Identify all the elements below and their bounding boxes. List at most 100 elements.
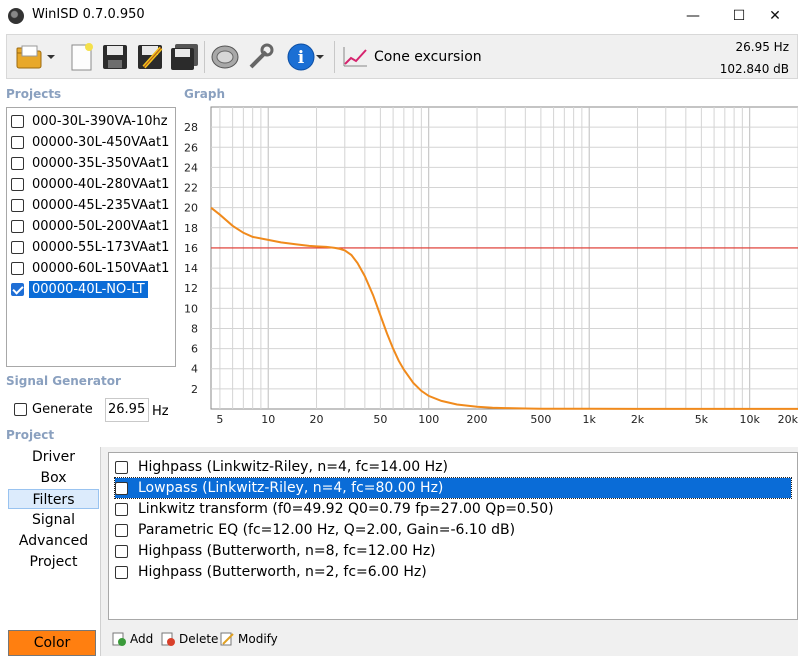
project-item[interactable]: 00000-40L-NO-LT <box>11 279 175 300</box>
info-button[interactable]: i <box>283 41 327 73</box>
filters-list[interactable]: Highpass (Linkwitz-Riley, n=4, fc=14.00 … <box>108 452 798 620</box>
filter-label: Parametric EQ (fc=12.00 Hz, Q=2.00, Gain… <box>138 522 516 538</box>
project-checkbox[interactable] <box>11 157 24 170</box>
project-item[interactable]: 00000-50L-200VAat1 <box>11 216 175 237</box>
chevron-down-icon[interactable] <box>316 55 324 59</box>
filter-item[interactable]: Highpass (Butterworth, n=2, fc=6.00 Hz) <box>115 562 791 582</box>
tools-button[interactable] <box>245 41 275 73</box>
filter-checkbox[interactable] <box>115 502 128 516</box>
minimize-icon: — <box>686 7 700 24</box>
level-readout: 102.840 dB <box>719 62 789 76</box>
x-tick-label: 5 <box>216 413 223 426</box>
add-filter-button[interactable]: Add <box>112 632 153 646</box>
project-checkbox[interactable] <box>11 220 24 233</box>
filter-label: Linkwitz transform (f0=49.92 Q0=0.79 fp=… <box>138 501 554 517</box>
project-item[interactable]: 00000-35L-350VAat1 <box>11 153 175 174</box>
y-tick-label: 24 <box>184 161 198 174</box>
project-checkbox[interactable] <box>11 241 24 254</box>
maximize-icon: ☐ <box>732 7 746 24</box>
project-label: Project <box>6 428 55 442</box>
project-name: 00000-35L-350VAat1 <box>32 156 170 171</box>
filter-checkbox[interactable] <box>115 565 128 579</box>
project-name: 00000-30L-450VAat1 <box>32 135 170 150</box>
project-item[interactable]: 00000-45L-235VAat1 <box>11 195 175 216</box>
filter-item[interactable]: Linkwitz transform (f0=49.92 Q0=0.79 fp=… <box>115 499 791 519</box>
y-tick-label: 4 <box>191 363 198 376</box>
nav-item-box[interactable]: Box <box>8 468 99 488</box>
project-item[interactable]: 00000-55L-173VAat1 <box>11 237 175 258</box>
project-item[interactable]: 00000-60L-150VAat1 <box>11 258 175 279</box>
graph-type-icon-button[interactable] <box>340 41 370 73</box>
save-button[interactable] <box>100 41 130 73</box>
project-checkbox[interactable] <box>11 115 24 128</box>
generate-label: Generate <box>32 402 93 417</box>
y-tick-label: 22 <box>184 182 198 195</box>
projects-list[interactable]: 000-30L-390VA-10hz 00000-30L-450VAat1 0000… <box>6 107 176 367</box>
edit-button[interactable] <box>135 41 165 73</box>
y-tick-label: 18 <box>184 222 198 235</box>
toolbar: i Cone excursion 26.95 Hz 102.840 dB <box>6 34 798 79</box>
filter-checkbox[interactable] <box>115 481 128 495</box>
filter-checkbox[interactable] <box>115 523 128 537</box>
filter-item[interactable]: Lowpass (Linkwitz-Riley, n=4, fc=80.00 H… <box>114 477 792 499</box>
nav-item-filters[interactable]: Filters <box>8 489 99 509</box>
generator-frequency-input[interactable]: 26.95 <box>105 398 149 422</box>
y-tick-label: 28 <box>184 121 198 134</box>
add-label: Add <box>130 632 154 646</box>
project-checkbox[interactable] <box>11 262 24 275</box>
project-name: 00000-40L-280VAat1 <box>32 177 170 192</box>
save-icon <box>103 45 127 69</box>
projects-label: Projects <box>6 87 62 101</box>
nav-item-advanced[interactable]: Advanced <box>8 531 99 551</box>
project-item[interactable]: 00000-40L-280VAat1 <box>11 174 175 195</box>
project-item[interactable]: 000-30L-390VA-10hz <box>11 111 175 132</box>
project-item[interactable]: 00000-30L-450VAat1 <box>11 132 175 153</box>
graph-panel[interactable]: 2468101214161820222426285 10 20 50 100 200 500… <box>180 105 798 427</box>
save-all-button[interactable] <box>170 41 200 73</box>
driver-button[interactable] <box>210 41 240 73</box>
project-checkbox[interactable] <box>11 136 24 149</box>
y-tick-label: 10 <box>184 302 198 315</box>
generate-checkbox[interactable] <box>14 403 27 416</box>
delete-filter-button[interactable]: Delete <box>161 632 218 646</box>
project-name: 00000-50L-200VAat1 <box>32 219 170 234</box>
color-button[interactable]: Color <box>8 630 96 656</box>
nav-item-driver[interactable]: Driver <box>8 447 99 467</box>
filter-item[interactable]: Highpass (Linkwitz-Riley, n=4, fc=14.00 … <box>115 457 791 477</box>
driver-icon <box>211 45 239 69</box>
x-tick-label: 200 <box>467 413 488 426</box>
project-nav: Driver Box Filters Signal Advanced Project <box>0 447 104 656</box>
project-checkbox[interactable] <box>11 199 24 212</box>
app-icon <box>8 8 24 24</box>
filter-item[interactable]: Parametric EQ (fc=12.00 Hz, Q=2.00, Gain… <box>115 520 791 540</box>
filter-label: Highpass (Butterworth, n=8, fc=12.00 Hz) <box>138 543 436 559</box>
x-tick-label: 500 <box>530 413 551 426</box>
x-tick-label: 2k <box>631 413 645 426</box>
filter-item[interactable]: Highpass (Butterworth, n=8, fc=12.00 Hz) <box>115 541 791 561</box>
modify-filter-button[interactable]: Modify <box>220 632 278 646</box>
new-button[interactable] <box>67 41 97 73</box>
minimize-button[interactable]: — <box>670 0 716 31</box>
filter-checkbox[interactable] <box>115 460 128 474</box>
graph-label: Graph <box>184 87 225 101</box>
modify-icon <box>220 632 234 646</box>
y-tick-label: 20 <box>184 202 198 215</box>
project-name: 00000-45L-235VAat1 <box>32 198 170 213</box>
nav-item-project[interactable]: Project <box>8 552 99 572</box>
project-checkbox[interactable] <box>11 283 24 296</box>
y-tick-label: 12 <box>184 282 198 295</box>
chevron-down-icon[interactable] <box>47 55 55 59</box>
graph-selector[interactable]: Cone excursion <box>374 49 482 65</box>
close-button[interactable]: ✕ <box>752 0 798 31</box>
generate-checkbox-row[interactable]: Generate <box>14 402 93 417</box>
open-button[interactable] <box>15 41 55 73</box>
y-tick-label: 16 <box>184 242 198 255</box>
y-tick-label: 2 <box>191 383 198 396</box>
x-tick-label: 10 <box>261 413 275 426</box>
filter-checkbox[interactable] <box>115 544 128 558</box>
project-checkbox[interactable] <box>11 178 24 191</box>
chart-icon <box>343 47 367 67</box>
toolbar-separator <box>334 41 335 73</box>
project-name: 00000-40L-NO-LT <box>29 281 148 298</box>
nav-item-signal[interactable]: Signal <box>8 510 99 530</box>
